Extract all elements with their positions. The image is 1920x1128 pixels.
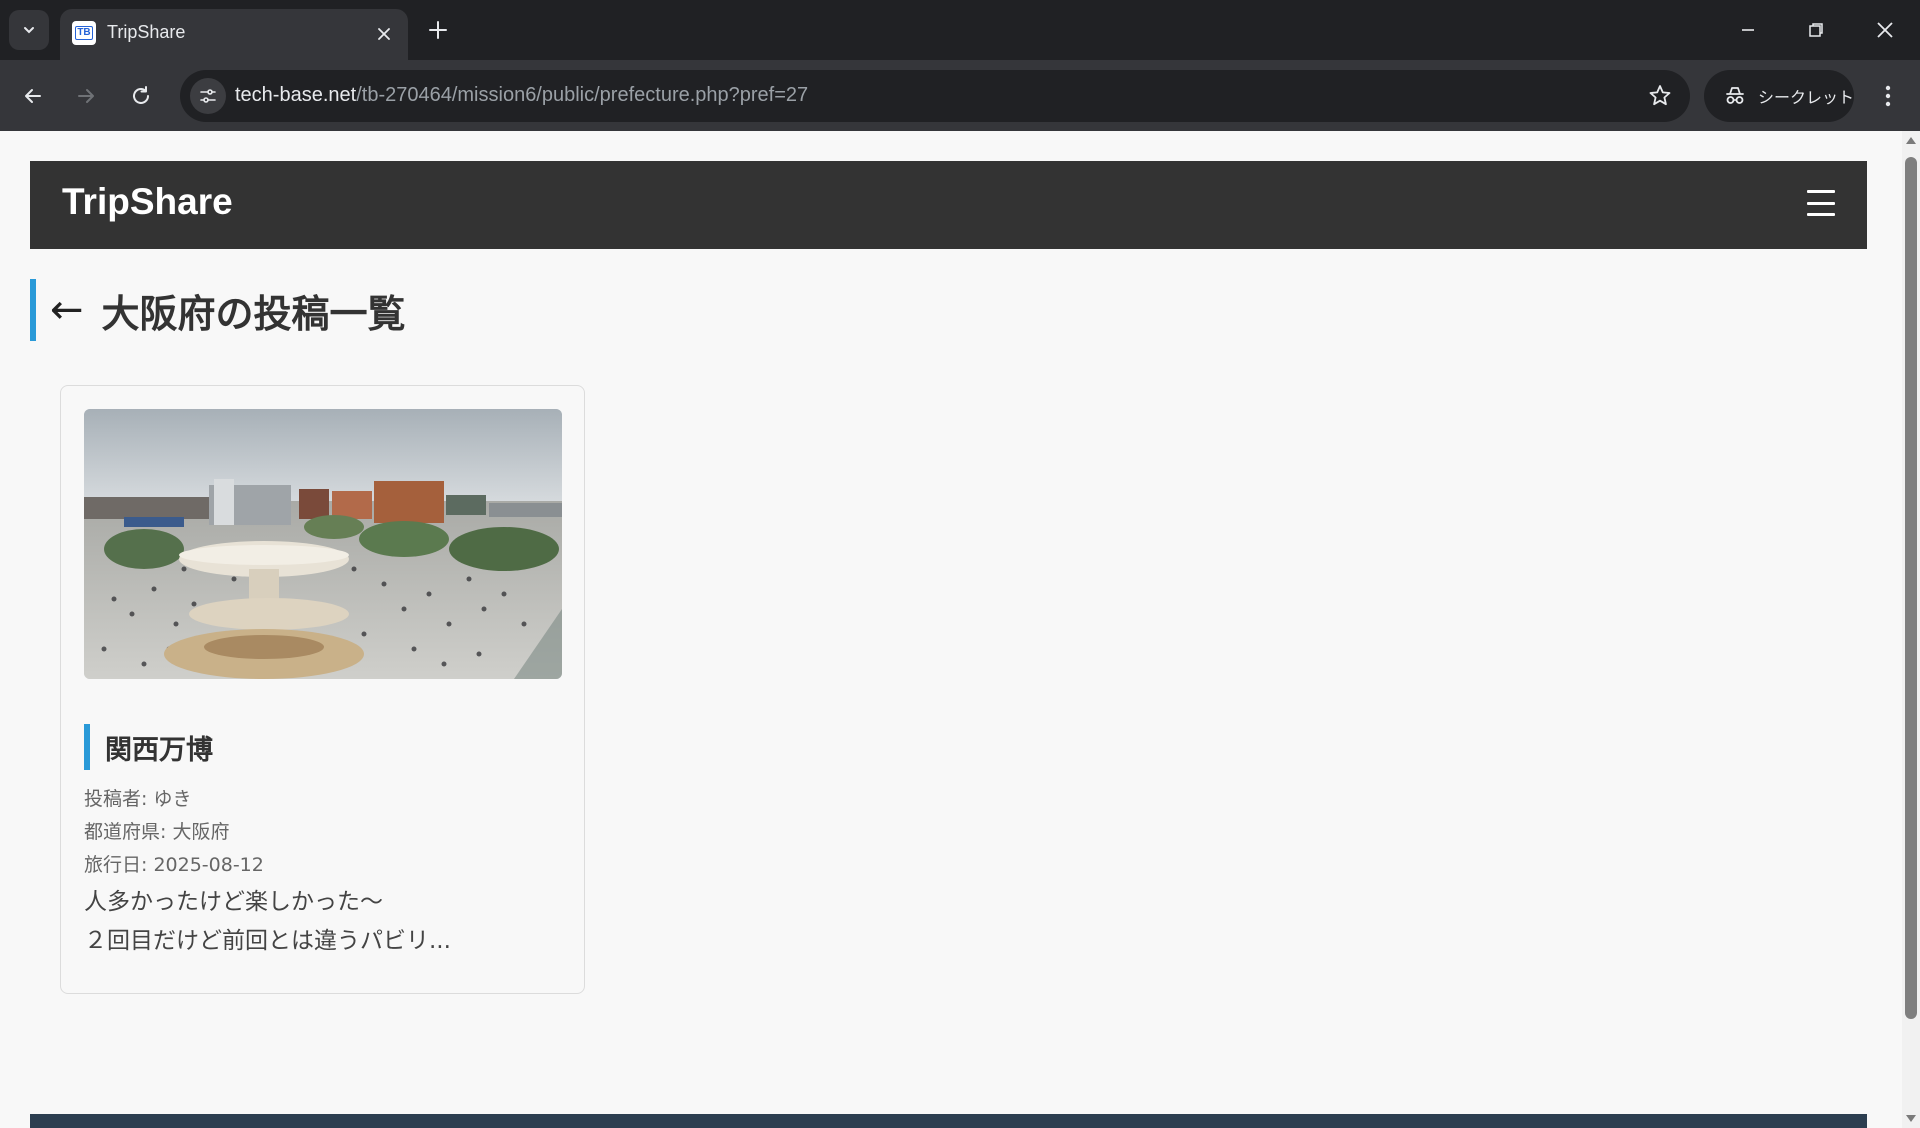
url-path: /tb-270464/mission6/public/prefecture.ph… xyxy=(356,84,809,106)
scroll-up-arrow-icon[interactable] xyxy=(1906,137,1916,144)
scroll-down-arrow-icon[interactable] xyxy=(1906,1115,1916,1122)
close-window-button[interactable] xyxy=(1865,12,1905,48)
minimize-icon xyxy=(1742,29,1754,31)
new-tab-button[interactable] xyxy=(424,16,452,44)
url-text[interactable]: tech-base.net/tb-270464/mission6/public/… xyxy=(235,84,808,107)
site-logo[interactable]: TripShare xyxy=(62,181,233,223)
close-icon xyxy=(378,28,390,40)
forward-button[interactable] xyxy=(68,78,104,114)
post-card[interactable]: 関西万博 投稿者: ゆき 都道府県: 大阪府 旅行日: 2025-08-12 人… xyxy=(60,385,585,994)
url-domain: tech-base.net xyxy=(235,84,357,106)
post-travel-date: 旅行日: 2025-08-12 xyxy=(84,854,264,876)
post-prefecture: 都道府県: 大阪府 xyxy=(84,821,230,843)
arrow-left-icon xyxy=(25,89,41,103)
incognito-icon xyxy=(1726,87,1744,104)
address-bar[interactable]: tech-base.net/tb-270464/mission6/public/… xyxy=(180,70,1690,122)
restore-icon xyxy=(1809,23,1823,37)
more-vertical-icon xyxy=(1885,85,1891,107)
reload-icon xyxy=(133,86,149,104)
post-author: 投稿者: ゆき xyxy=(84,788,192,810)
browser-tab-strip: TB TripShare xyxy=(0,0,1920,60)
expo-photo-image xyxy=(84,409,562,679)
chevron-down-icon xyxy=(24,27,34,34)
page-title-text: 大阪府の投稿一覧 xyxy=(101,291,406,336)
tab-title: TripShare xyxy=(107,22,186,42)
back-link[interactable]: ← xyxy=(50,290,84,330)
tune-icon xyxy=(200,89,216,103)
site-info-button[interactable] xyxy=(190,78,226,114)
post-image[interactable] xyxy=(84,409,562,679)
post-excerpt-line-1: 人多かったけど楽しかった〜 xyxy=(84,889,383,915)
browser-tab[interactable]: TB TripShare xyxy=(60,9,408,60)
minimize-button[interactable] xyxy=(1728,12,1768,48)
incognito-label: シークレット xyxy=(1757,88,1854,107)
tab-close-button[interactable] xyxy=(374,24,394,44)
site-header: TripShare xyxy=(30,161,1867,249)
page-title: ← 大阪府の投稿一覧 xyxy=(30,279,406,341)
browser-toolbar: tech-base.net/tb-270464/mission6/public/… xyxy=(0,60,1920,131)
page-content: TripShare ← 大阪府の投稿一覧 関西万博 投稿者: ゆき 都道府県: … xyxy=(0,131,1902,1128)
reload-button[interactable] xyxy=(123,78,159,114)
bookmark-button[interactable] xyxy=(1646,82,1674,110)
star-icon xyxy=(1649,85,1671,106)
hamburger-icon[interactable] xyxy=(1807,190,1835,216)
favicon-icon: TB xyxy=(72,21,96,45)
tab-search-button[interactable] xyxy=(9,10,49,50)
arrow-right-icon xyxy=(78,89,94,103)
site-footer xyxy=(30,1114,1867,1128)
close-icon xyxy=(1877,22,1893,38)
page-scrollbar[interactable] xyxy=(1902,131,1920,1128)
post-title[interactable]: 関西万博 xyxy=(84,724,213,770)
restore-button[interactable] xyxy=(1796,12,1836,48)
scrollbar-thumb[interactable] xyxy=(1905,157,1917,1019)
incognito-indicator[interactable]: シークレット xyxy=(1704,70,1854,122)
back-button[interactable] xyxy=(15,78,51,114)
browser-menu-button[interactable] xyxy=(1870,78,1906,114)
post-excerpt-line-2: ２回目だけど前回とは違うパビリ... xyxy=(84,928,451,954)
plus-icon xyxy=(429,21,447,39)
